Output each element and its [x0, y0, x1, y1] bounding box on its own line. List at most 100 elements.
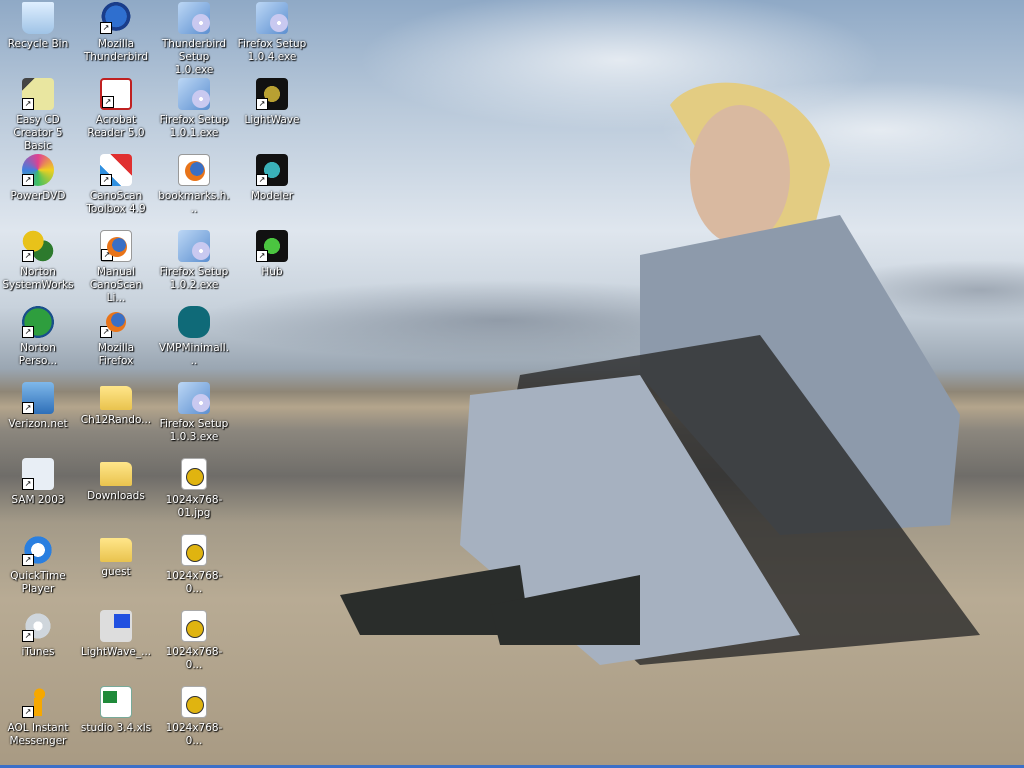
- installer-icon: [178, 230, 210, 262]
- desktop-icon-aol-instant-messenger[interactable]: ↗ AOL Instant Messenger: [0, 684, 76, 760]
- desktop-icon-norton-perso[interactable]: ↗ Norton Perso...: [0, 304, 76, 380]
- icon-label: 1024x768-01.jpg: [165, 494, 223, 519]
- icon-label: Norton SystemWorks: [2, 266, 74, 291]
- installer-icon: [178, 382, 210, 414]
- shortcut-arrow-icon: ↗: [22, 326, 34, 338]
- recycle-icon: [22, 2, 54, 34]
- icon-label: Ch12Rando...: [80, 414, 152, 426]
- installer-icon: [256, 2, 288, 34]
- jpg-icon: [181, 458, 207, 490]
- icon-label: Verizon.net: [8, 418, 68, 430]
- icon-label: iTunes: [21, 646, 55, 658]
- icon-label: 1024x768-0...: [165, 722, 223, 747]
- icon-label: Thunderbird Setup 1.0.exe: [161, 38, 227, 76]
- desktop-icon-mozilla-firefox[interactable]: ↗ Mozilla Firefox: [78, 304, 154, 380]
- desktop-icon-lightwave[interactable]: ↗ LightWave: [234, 76, 310, 152]
- firefox-doc-icon: [178, 154, 210, 186]
- shortcut-arrow-icon: ↗: [256, 174, 268, 186]
- icon-label: CanoScan Toolbox 4.9: [86, 190, 146, 215]
- icon-label: QuickTime Player: [10, 570, 66, 595]
- desktop-icon-thunderbird-setup-1-0-exe[interactable]: Thunderbird Setup 1.0.exe: [156, 0, 232, 76]
- shortcut-arrow-icon: ↗: [22, 402, 34, 414]
- thunderbird-icon: ↗: [100, 2, 132, 34]
- firefox-doc-icon: ↗: [100, 230, 132, 262]
- icon-label: 1024x768-0...: [165, 570, 223, 595]
- icon-label: Acrobat Reader 5.0: [87, 114, 145, 139]
- shortcut-arrow-icon: ↗: [22, 554, 34, 566]
- desktop-icon-ch12rando[interactable]: Ch12Rando...: [78, 380, 154, 456]
- icon-label: Mozilla Firefox: [97, 342, 135, 367]
- shortcut-arrow-icon: ↗: [256, 98, 268, 110]
- canoscan-icon: ↗: [100, 154, 132, 186]
- icon-label: Manual CanoScan Li...: [89, 266, 143, 304]
- desktop-icon-lightwave[interactable]: LightWave_...: [78, 608, 154, 684]
- icon-label: PowerDVD: [10, 190, 66, 202]
- desktop-icon-bookmarks-h[interactable]: bookmarks.h...: [156, 152, 232, 228]
- icon-label: Norton Perso...: [18, 342, 58, 367]
- quicktime-icon: ↗: [22, 534, 54, 566]
- desktop-icon-powerdvd[interactable]: ↗ PowerDVD: [0, 152, 76, 228]
- desktop-icon-itunes[interactable]: ↗ iTunes: [0, 608, 76, 684]
- desktop-icon-1024x768-0[interactable]: 1024x768-0...: [156, 608, 232, 684]
- icon-label: LightWave_...: [80, 646, 152, 658]
- desktop-icon-easy-cd-creator-5-basic[interactable]: ↗ Easy CD Creator 5 Basic: [0, 76, 76, 152]
- desktop-icon-modeler[interactable]: ↗ Modeler: [234, 152, 310, 228]
- shortcut-arrow-icon: ↗: [100, 174, 112, 186]
- aim-icon: ↗: [22, 686, 54, 718]
- desktop-icon-hub[interactable]: ↗ Hub: [234, 228, 310, 304]
- desktop-icon-acrobat-reader-5-0[interactable]: ↗ Acrobat Reader 5.0: [78, 76, 154, 152]
- desktop-icon-firefox-setup-1-0-4-exe[interactable]: Firefox Setup 1.0.4.exe: [234, 0, 310, 76]
- desktop-icon-1024x768-0[interactable]: 1024x768-0...: [156, 684, 232, 760]
- easycd-icon: ↗: [22, 78, 54, 110]
- desktop-icon-quicktime-player[interactable]: ↗ QuickTime Player: [0, 532, 76, 608]
- desktop-icon-recycle-bin[interactable]: Recycle Bin: [0, 0, 76, 76]
- icon-label: Firefox Setup 1.0.4.exe: [237, 38, 307, 63]
- lightwave-installer-icon: [100, 610, 132, 642]
- desktop-icon-verizon-net[interactable]: ↗ Verizon.net: [0, 380, 76, 456]
- shortcut-arrow-icon: ↗: [100, 326, 112, 338]
- folder-icon: [100, 386, 132, 410]
- icon-label: Recycle Bin: [7, 38, 69, 50]
- icon-label: studio 3.4.xls: [80, 722, 152, 734]
- desktop-icon-mozilla-thunderbird[interactable]: ↗ Mozilla Thunderbird: [78, 0, 154, 76]
- itunes-icon: ↗: [22, 610, 54, 642]
- icon-label: Hub: [261, 266, 283, 278]
- desktop-icon-1024x768-01-jpg[interactable]: 1024x768-01.jpg: [156, 456, 232, 532]
- desktop-icon-firefox-setup-1-0-3-exe[interactable]: Firefox Setup 1.0.3.exe: [156, 380, 232, 456]
- desktop-icon-sam-2003[interactable]: ↗ SAM 2003: [0, 456, 76, 532]
- icon-label: Downloads: [87, 490, 145, 502]
- installer-icon: [178, 78, 210, 110]
- desktop-icon-norton-systemworks[interactable]: ↗ Norton SystemWorks: [0, 228, 76, 304]
- modeler-icon: ↗: [256, 154, 288, 186]
- icon-label: VMPMinimalI...: [158, 342, 230, 367]
- vmp-icon: [178, 306, 210, 338]
- icon-label: AOL Instant Messenger: [7, 722, 69, 747]
- desktop-icon-firefox-setup-1-0-2-exe[interactable]: Firefox Setup 1.0.2.exe: [156, 228, 232, 304]
- powerdvd-icon: ↗: [22, 154, 54, 186]
- desktop-icon-firefox-setup-1-0-1-exe[interactable]: Firefox Setup 1.0.1.exe: [156, 76, 232, 152]
- norton-sw-icon: ↗: [22, 230, 54, 262]
- jpg-icon: [181, 610, 207, 642]
- shortcut-arrow-icon: ↗: [22, 706, 34, 718]
- icon-label: Modeler: [250, 190, 294, 202]
- hub-icon: ↗: [256, 230, 288, 262]
- desktop-icon-studio-3-4-xls[interactable]: studio 3.4.xls: [78, 684, 154, 760]
- desktop-icon-canoscan-toolbox-4-9[interactable]: ↗ CanoScan Toolbox 4.9: [78, 152, 154, 228]
- desktop-icon-manual-canoscan-li[interactable]: ↗ Manual CanoScan Li...: [78, 228, 154, 304]
- desktop-icon-guest[interactable]: guest: [78, 532, 154, 608]
- norton-ps-icon: ↗: [22, 306, 54, 338]
- desktop-icon-downloads[interactable]: Downloads: [78, 456, 154, 532]
- icon-label: Mozilla Thunderbird: [83, 38, 149, 63]
- icon-label: Easy CD Creator 5 Basic: [13, 114, 63, 152]
- desktop-icon-1024x768-0[interactable]: 1024x768-0...: [156, 532, 232, 608]
- icon-label: bookmarks.h...: [158, 190, 230, 215]
- shortcut-arrow-icon: ↗: [22, 478, 34, 490]
- folder-icon: [100, 538, 132, 562]
- icon-label: LightWave: [244, 114, 300, 126]
- desktop-icon-vmpminimali[interactable]: VMPMinimalI...: [156, 304, 232, 380]
- icon-label: 1024x768-0...: [165, 646, 223, 671]
- installer-icon: [178, 2, 210, 34]
- acrobat-icon: ↗: [100, 78, 132, 110]
- sam-icon: ↗: [22, 458, 54, 490]
- firefox-icon: ↗: [100, 306, 132, 338]
